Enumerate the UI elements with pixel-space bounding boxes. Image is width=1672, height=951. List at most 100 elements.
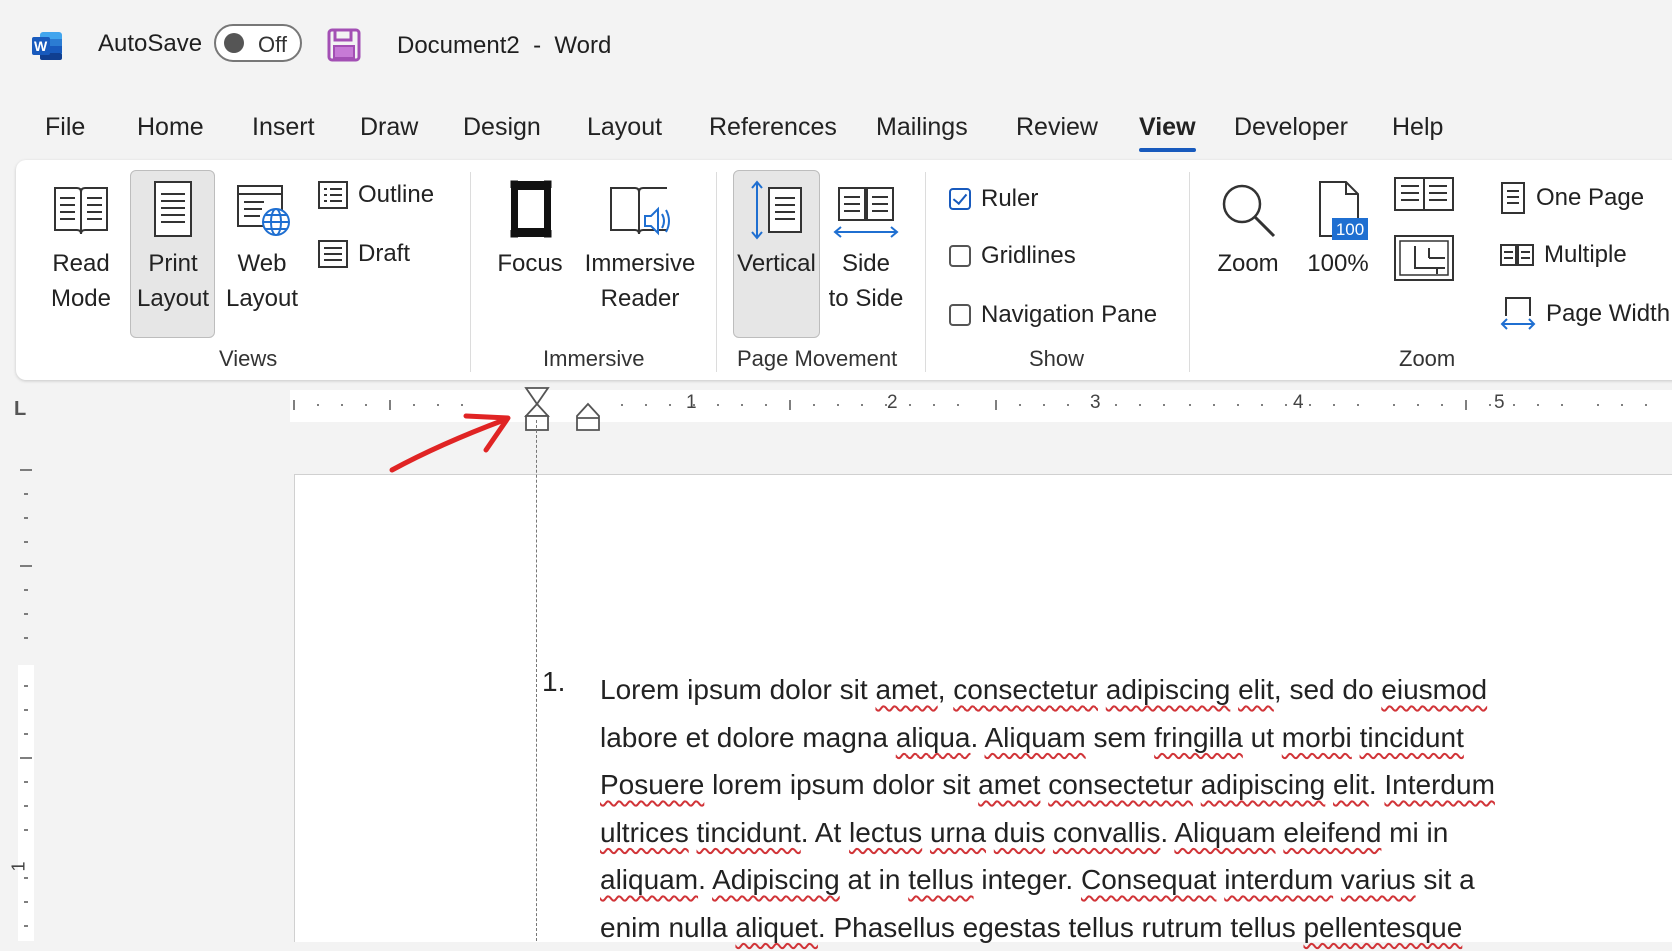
misspelled-word: Adipiscing [712, 864, 840, 895]
text-run [1098, 674, 1106, 705]
focus-icon [500, 180, 560, 240]
one-page-label: One Page [1536, 184, 1644, 212]
misspelled-word: urna [930, 817, 986, 848]
group-separator [470, 172, 471, 372]
text-run: enim nulla [600, 912, 735, 943]
text-run: . [1369, 769, 1385, 800]
paragraph-line: enim nulla aliquet. Phasellus egestas te… [600, 904, 1660, 951]
list-paragraph[interactable]: Lorem ipsum dolor sit amet, consectetur … [600, 666, 1660, 951]
group-separator [1189, 172, 1190, 372]
zoom-button[interactable]: Zoom [1210, 180, 1286, 281]
misspelled-word: fringilla [1154, 722, 1243, 753]
tab-file[interactable]: File [45, 113, 85, 142]
multiple-pages-icon [1500, 243, 1534, 267]
text-run: . [1160, 817, 1174, 848]
group-separator [925, 172, 926, 372]
print-layout-button[interactable]: Print Layout [131, 180, 215, 316]
tab-references[interactable]: References [709, 113, 837, 142]
ruler-checkbox-box [949, 188, 971, 210]
gridlines-checkbox[interactable]: Gridlines [949, 242, 1076, 270]
focus-label: Focus [497, 250, 562, 277]
paragraph-line: Posuere lorem ipsum dolor sit amet conse… [600, 761, 1660, 809]
text-run: . At [801, 817, 849, 848]
title-separator: - [533, 32, 541, 59]
immersive-reader-button[interactable]: Immersive Reader [580, 180, 700, 316]
tab-developer[interactable]: Developer [1234, 113, 1348, 142]
side-to-side-button[interactable]: Side to Side [826, 180, 906, 316]
misspelled-word: amet [978, 769, 1040, 800]
page-width-button[interactable]: Page Width [1500, 296, 1670, 332]
text-run: sem [1086, 722, 1154, 753]
autosave-label: AutoSave [98, 30, 202, 58]
side-to-side-label-1: Side [842, 250, 890, 277]
tab-view[interactable]: View [1139, 113, 1196, 142]
toggle-knob [224, 33, 244, 53]
page-movement-group-label: Page Movement [737, 346, 897, 372]
navigation-pane-label: Navigation Pane [981, 301, 1157, 329]
text-run: labore et dolore magna [600, 722, 896, 753]
tab-selector[interactable]: L [14, 398, 26, 421]
print-layout-label-2: Layout [137, 285, 209, 312]
misspelled-word: convallis [1053, 817, 1160, 848]
left-indent-marker[interactable] [575, 402, 601, 434]
paragraph-line: labore et dolore magna aliqua. Aliquam s… [600, 714, 1660, 762]
misspelled-word: aliqua [896, 722, 971, 753]
tab-review[interactable]: Review [1016, 113, 1098, 142]
draft-button[interactable]: Draft [318, 240, 410, 268]
misspelled-word: pellentesque [1303, 912, 1462, 943]
navigation-pane-checkbox[interactable]: Navigation Pane [949, 301, 1157, 329]
text-run: . [970, 722, 984, 753]
text-run [1325, 769, 1333, 800]
text-run [986, 817, 994, 848]
page-width-icon [1500, 296, 1536, 332]
read-mode-button[interactable]: Read Mode [40, 180, 122, 316]
tab-design[interactable]: Design [463, 113, 541, 142]
two-pages-icon[interactable] [1393, 176, 1455, 214]
text-run: ut [1243, 722, 1282, 753]
immersive-group-label: Immersive [543, 346, 644, 372]
text-run [1352, 722, 1360, 753]
one-page-button[interactable]: One Page [1500, 182, 1644, 214]
page-icon [143, 180, 203, 240]
zoom-100-button[interactable]: 100 100% [1300, 180, 1376, 281]
text-run: integer. [974, 864, 1081, 895]
word-app-icon: W [30, 30, 64, 62]
tab-home[interactable]: Home [137, 113, 204, 142]
focus-button[interactable]: Focus [488, 180, 572, 281]
outline-button[interactable]: Outline [318, 181, 434, 209]
misspelled-word: adipiscing [1201, 769, 1326, 800]
multiple-pages-label: Multiple [1544, 241, 1627, 269]
vertical-button[interactable]: Vertical [733, 180, 820, 281]
tab-insert[interactable]: Insert [252, 113, 315, 142]
web-layout-button[interactable]: Web Layout [220, 180, 304, 316]
text-run: . Phasellus egestas tellus rutrum tellus [818, 912, 1304, 943]
ruler-number: 4 [1293, 392, 1304, 414]
text-run: at in [840, 864, 908, 895]
misspelled-word: Consequat [1081, 864, 1216, 895]
multiple-pages-button[interactable]: Multiple [1500, 241, 1627, 269]
vertical-scroll-icon [747, 180, 807, 240]
zoom-label: Zoom [1217, 250, 1278, 277]
new-window-icon[interactable] [1393, 234, 1455, 284]
misspelled-word: eleifend [1283, 817, 1381, 848]
text-run: , [938, 674, 954, 705]
app-name: Word [554, 32, 611, 59]
navigation-pane-checkbox-box [949, 304, 971, 326]
show-group-label: Show [1029, 346, 1084, 372]
list-number: 1. [542, 666, 565, 698]
hanging-indent-marker[interactable] [524, 386, 550, 434]
misspelled-word: Interdum [1384, 769, 1495, 800]
draft-label: Draft [358, 240, 410, 268]
toggle-state: Off [258, 32, 287, 58]
tab-layout[interactable]: Layout [587, 113, 662, 142]
tab-mailings[interactable]: Mailings [876, 113, 968, 142]
read-mode-label-2: Mode [51, 285, 111, 312]
svg-text:W: W [34, 38, 48, 54]
ruler-checkbox[interactable]: Ruler [949, 185, 1038, 213]
tab-draw[interactable]: Draw [360, 113, 418, 142]
save-icon[interactable] [327, 28, 361, 62]
tab-help[interactable]: Help [1392, 113, 1443, 142]
group-separator [716, 172, 717, 372]
page-width-label: Page Width [1546, 300, 1670, 328]
autosave-toggle[interactable]: Off [214, 24, 302, 62]
